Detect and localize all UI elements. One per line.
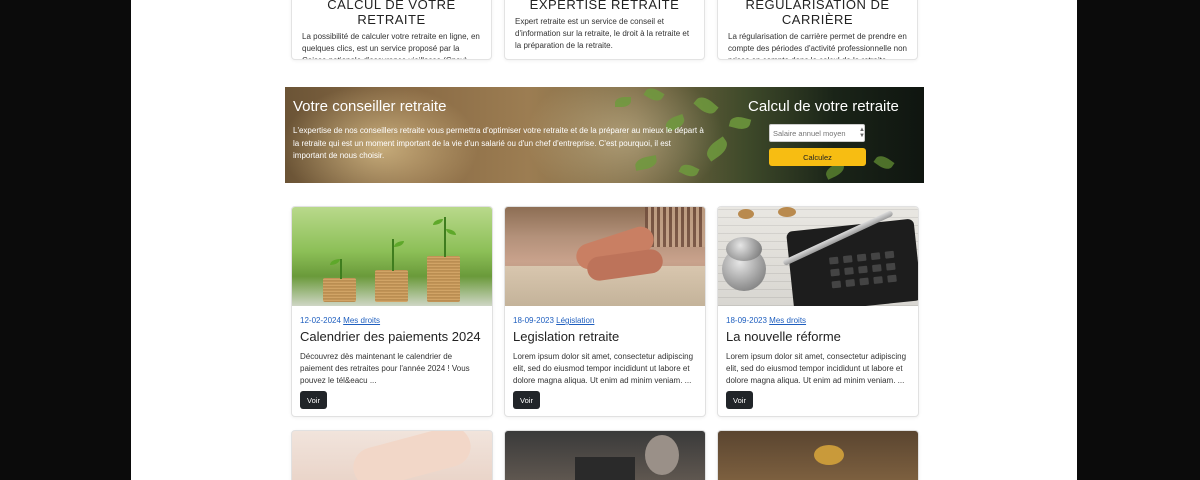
person-image <box>645 435 679 475</box>
sprout-leaf <box>433 219 443 225</box>
article-card: 12-02-2024 Mes droits Calendrier des pai… <box>291 206 493 417</box>
key <box>872 264 882 273</box>
article-excerpt: Lorem ipsum dolor sit amet, consectetur … <box>726 352 907 385</box>
service-title: CALCUL DE VOTRE RETRAITE <box>327 0 456 27</box>
coin-stack <box>375 270 408 302</box>
shirt <box>645 207 705 247</box>
service-text: La régularisation de carrière permet de … <box>728 32 907 59</box>
sprout <box>392 239 394 271</box>
view-button[interactable]: Voir <box>726 391 753 409</box>
article-card <box>717 430 919 480</box>
article-card <box>291 430 493 480</box>
article-meta: 12-02-2024 Mes droits <box>300 316 492 325</box>
coin-stack <box>427 256 460 302</box>
key <box>873 276 883 285</box>
article-title: Legislation retraite <box>513 329 620 344</box>
article-date: 12-02-2024 <box>300 316 341 325</box>
advisor-banner: Votre conseiller retraite L'expertise de… <box>285 87 924 183</box>
article-meta: 18-09-2023 Mes droits <box>726 316 918 325</box>
sprout <box>444 217 446 257</box>
coin-figurine-image <box>814 445 844 465</box>
elderly-hands-image <box>505 207 705 306</box>
service-title: RÉGULARISATION DE CARRIÈRE <box>745 0 890 27</box>
page-content: CALCUL DE VOTRE RETRAITE La possibilité … <box>131 0 1077 480</box>
coin-stack <box>323 278 356 302</box>
coin <box>778 207 796 217</box>
article-card <box>504 430 706 480</box>
key <box>845 279 856 287</box>
service-title: EXPERTISE RETRAITE <box>529 0 680 12</box>
calculator-coins-image <box>718 207 918 306</box>
key <box>858 265 868 274</box>
article-card: 18-09-2023 Mes droits La nouvelle réform… <box>717 206 919 417</box>
key <box>830 268 840 277</box>
salary-input[interactable] <box>769 124 865 142</box>
key <box>885 262 896 271</box>
sprout-leaf <box>330 259 340 265</box>
view-button[interactable]: Voir <box>513 391 540 409</box>
coin <box>726 237 762 261</box>
key <box>842 255 853 264</box>
service-card-regularisation: RÉGULARISATION DE CARRIÈRE La régularisa… <box>717 0 918 60</box>
article-excerpt: Découvrez dès maintenant le calendrier d… <box>300 352 470 385</box>
hand-image <box>348 431 476 480</box>
key <box>884 250 895 259</box>
view-button[interactable]: Voir <box>300 391 327 409</box>
service-text: Expert retraite est un service de consei… <box>515 17 690 50</box>
service-card-expertise: EXPERTISE RETRAITE Expert retraite est u… <box>504 0 705 60</box>
leaf-decoration <box>728 114 752 132</box>
article-date: 18-09-2023 <box>726 316 767 325</box>
service-text: La possibilité de calculer votre retrait… <box>302 32 480 59</box>
article-category-link[interactable]: Mes droits <box>769 316 806 325</box>
laptop-image <box>575 457 635 480</box>
sprout <box>340 259 342 279</box>
banner-description: L'expertise de nos conseillers retraite … <box>293 126 704 160</box>
key <box>859 277 870 286</box>
calculate-button[interactable]: Calculez <box>769 148 866 166</box>
key <box>856 253 867 262</box>
key <box>870 252 881 261</box>
key <box>844 267 854 276</box>
article-excerpt: Lorem ipsum dolor sit amet, consectetur … <box>513 352 694 385</box>
key <box>831 280 842 289</box>
article-card: 18-09-2023 Législation Legislation retra… <box>504 206 706 417</box>
stepper-arrows-icon[interactable]: ▲ ▼ <box>859 127 865 139</box>
article-category-link[interactable]: Mes droits <box>343 316 380 325</box>
calculator-title: Calcul de votre retraite <box>748 98 899 115</box>
coin <box>738 209 754 219</box>
article-title: La nouvelle réforme <box>726 329 841 344</box>
article-meta: 18-09-2023 Législation <box>513 316 705 325</box>
article-category-link[interactable]: Législation <box>556 316 594 325</box>
sprout-leaf <box>446 229 456 235</box>
banner-title: Votre conseiller retraite <box>293 98 447 115</box>
coins-plants-image <box>292 207 492 306</box>
key <box>828 256 839 265</box>
service-card-calcul: CALCUL DE VOTRE RETRAITE La possibilité … <box>291 0 492 60</box>
key <box>887 274 897 283</box>
leaf-decoration <box>873 152 895 173</box>
article-date: 18-09-2023 <box>513 316 554 325</box>
sprout-leaf <box>394 241 404 247</box>
article-title: Calendrier des paiements 2024 <box>300 329 481 344</box>
